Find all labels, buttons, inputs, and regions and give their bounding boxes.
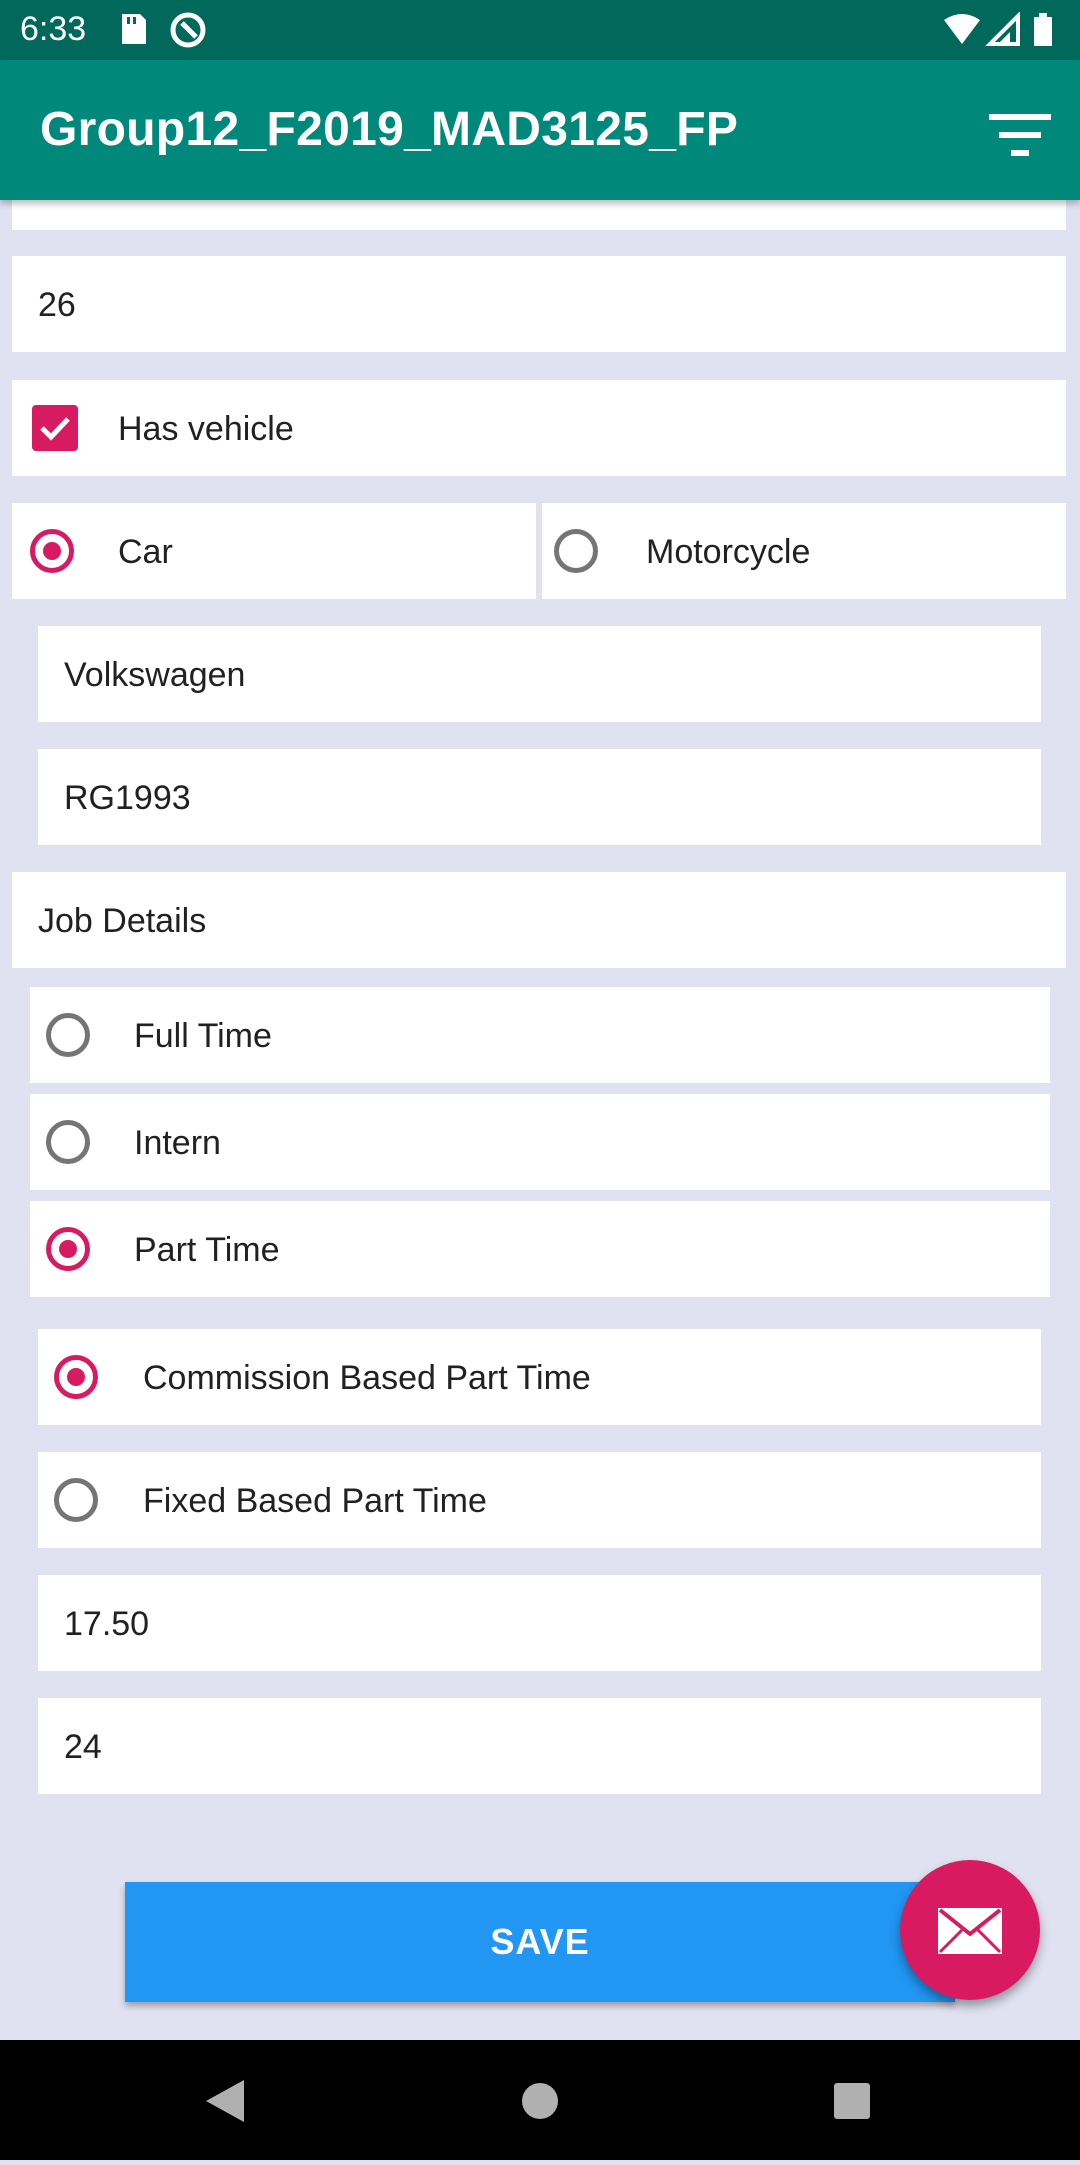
checkbox-icon	[40, 417, 70, 441]
age-field[interactable]: 26	[12, 256, 1066, 352]
car-label: Car	[118, 533, 173, 571]
intern-radio[interactable]	[46, 1120, 90, 1164]
home-icon	[522, 2083, 558, 2119]
rate-field[interactable]: 17.50	[38, 1575, 1041, 1671]
rate-value: 17.50	[64, 1605, 150, 1643]
full-time-radio[interactable]	[46, 1013, 90, 1057]
has-vehicle-checkbox[interactable]	[32, 405, 78, 451]
wifi-icon	[944, 14, 980, 44]
intern-label: Intern	[134, 1124, 221, 1162]
full-time-label: Full Time	[134, 1017, 272, 1055]
battery-icon	[1034, 13, 1052, 46]
fixed-part-time-option[interactable]: Fixed Based Part Time	[38, 1452, 1041, 1548]
has-vehicle-label: Has vehicle	[118, 410, 294, 448]
car-radio[interactable]	[30, 529, 74, 573]
status-bar: 6:33	[0, 0, 1080, 60]
vehicle-make-value: Volkswagen	[64, 656, 246, 694]
app-bar: Group12_F2019_MAD3125_FP	[0, 60, 1080, 200]
commission-radio[interactable]	[54, 1355, 98, 1399]
has-vehicle-row[interactable]: Has vehicle	[12, 380, 1066, 476]
motorcycle-option[interactable]: Motorcycle	[542, 503, 1066, 599]
navigation-bar	[0, 2040, 1080, 2160]
motorcycle-radio[interactable]	[554, 529, 598, 573]
commission-label: Commission Based Part Time	[143, 1359, 591, 1397]
job-details-header: Job Details	[12, 872, 1066, 968]
recents-icon	[834, 2083, 870, 2119]
commission-part-time-option[interactable]: Commission Based Part Time	[38, 1329, 1041, 1425]
age-value: 26	[38, 286, 76, 324]
job-option-intern[interactable]: Intern	[30, 1094, 1050, 1190]
car-option[interactable]: Car	[12, 503, 536, 599]
status-time: 6:33	[20, 10, 87, 48]
email-fab[interactable]	[900, 1860, 1040, 2000]
part-time-label: Part Time	[134, 1231, 280, 1269]
job-option-full-time[interactable]: Full Time	[30, 987, 1050, 1083]
motorcycle-label: Motorcycle	[646, 533, 811, 571]
sd-card-icon	[122, 12, 206, 48]
plate-field[interactable]: RG1993	[38, 749, 1041, 845]
job-details-label: Job Details	[38, 902, 207, 940]
signal-icon	[985, 11, 1020, 46]
back-icon	[206, 2080, 244, 2122]
hours-value: 24	[64, 1728, 102, 1766]
save-button[interactable]: SAVE	[125, 1882, 955, 2002]
fixed-label: Fixed Based Part Time	[143, 1482, 487, 1520]
app-title: Group12_F2019_MAD3125_FP	[40, 103, 739, 156]
scrolled-field[interactable]	[12, 200, 1066, 230]
hours-field[interactable]: 24	[38, 1698, 1041, 1794]
email-icon	[938, 1908, 1002, 1954]
vehicle-make-field[interactable]: Volkswagen	[38, 626, 1041, 722]
filter-icon[interactable]	[985, 106, 1055, 166]
fixed-radio[interactable]	[54, 1478, 98, 1522]
part-time-radio[interactable]	[46, 1227, 90, 1271]
job-option-part-time[interactable]: Part Time	[30, 1201, 1050, 1297]
plate-value: RG1993	[64, 779, 191, 817]
